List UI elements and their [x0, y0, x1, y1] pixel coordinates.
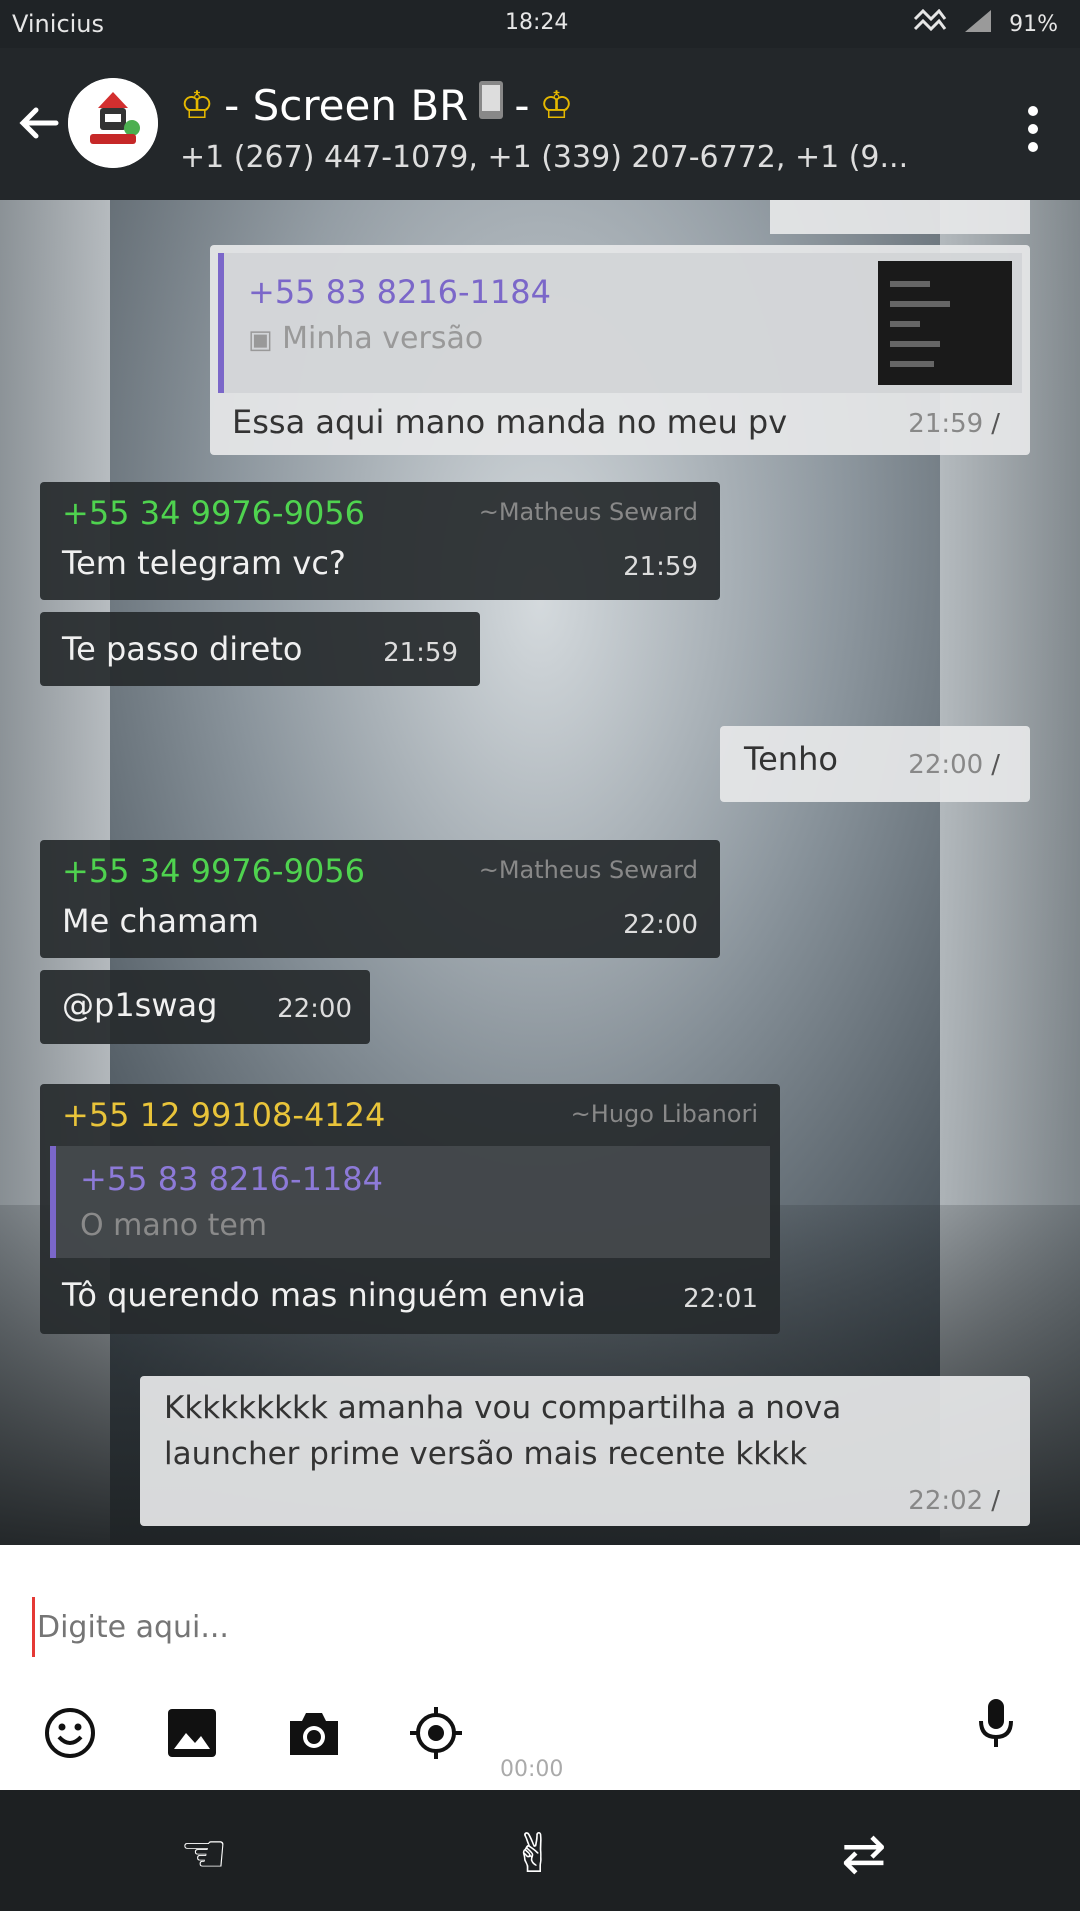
message-bubble-incoming[interactable]: +55 34 9976-9056 ~Matheus Seward Me cham…	[40, 840, 720, 958]
battery-level: 91%	[1009, 11, 1058, 37]
message-bubble-incoming[interactable]: +55 12 99108-4124 ~Hugo Libanori +55 83 …	[40, 1084, 780, 1334]
chat-header: ♔ - Screen BR - ♔ +1 (267) 447-1079, +1 …	[0, 48, 1080, 200]
location-button[interactable]	[408, 1705, 464, 1761]
quoted-thumbnail	[878, 261, 1012, 385]
quoted-sender: +55 83 8216-1184	[248, 273, 552, 311]
data-icon	[913, 8, 947, 39]
status-icons: 91%	[913, 8, 1058, 40]
message-bubble-outgoing[interactable]: Tenho 22:00/	[720, 726, 1030, 802]
quoted-message[interactable]: +55 83 8216-1184 ▣ Minha versão	[218, 253, 1022, 393]
rock-hands-icon: ✌	[511, 1821, 557, 1885]
emoji-button[interactable]	[42, 1705, 98, 1761]
quoted-text: ▣ Minha versão	[248, 321, 483, 356]
quoted-text: O mano tem	[80, 1208, 268, 1243]
camera-button[interactable]	[286, 1705, 342, 1761]
message-time: 22:00	[277, 994, 352, 1024]
gallery-button[interactable]	[164, 1705, 220, 1761]
crown-icon: ♔	[180, 83, 215, 127]
nav-recents-button[interactable]: ⇄	[824, 1818, 904, 1888]
mic-icon	[979, 1699, 1013, 1747]
swap-hands-icon: ⇄	[841, 1821, 887, 1885]
message-text: Tenho	[744, 740, 838, 778]
message-time: 21:59	[383, 638, 458, 668]
group-name: - Screen BR	[224, 80, 469, 130]
message-text: Me chamam	[62, 902, 259, 940]
quoted-message[interactable]: +55 83 8216-1184 O mano tem	[50, 1146, 770, 1258]
message-bubble-incoming[interactable]: @p1swag 22:00	[40, 970, 370, 1044]
message-text: Tem telegram vc?	[62, 544, 346, 582]
message-sender: +55 12 99108-4124	[62, 1096, 386, 1134]
message-sender: +55 34 9976-9056	[62, 494, 366, 532]
message-time: 22:01	[683, 1284, 758, 1314]
check-icon: /	[991, 1486, 1000, 1516]
nav-back-button[interactable]: ☜	[164, 1818, 244, 1888]
message-bubble-outgoing[interactable]: Kkkkkkkkk amanha vou compartilha a nova …	[140, 1376, 1030, 1526]
message-time: 22:02/	[908, 1486, 1000, 1516]
message-bubble-outgoing[interactable]: +55 83 8216-1184 ▣ Minha versão Essa aqu…	[210, 245, 1030, 455]
message-time: 22:00	[623, 910, 698, 940]
quoted-caption: Minha versão	[282, 321, 484, 356]
message-text-line-2: launcher prime versão mais recente kkkk	[164, 1436, 808, 1472]
carrier-name: Vinicius	[12, 10, 105, 38]
camera-small-icon: ▣	[248, 325, 273, 355]
overflow-menu-button[interactable]	[1026, 104, 1040, 154]
emoji-icon	[45, 1708, 95, 1758]
status-time: 18:24	[505, 10, 569, 35]
back-arrow-icon	[19, 107, 59, 139]
group-title[interactable]: ♔ - Screen BR - ♔	[180, 80, 574, 130]
group-name-suffix: -	[514, 80, 530, 130]
navigation-bar: ☜ ✌ ⇄	[0, 1790, 1080, 1911]
sender-alias: ~Matheus Seward	[478, 856, 698, 884]
pointing-hand-icon: ☜	[179, 1821, 229, 1885]
image-icon	[168, 1709, 216, 1757]
message-bubble-incoming[interactable]: Te passo direto 21:59	[40, 612, 480, 686]
group-members[interactable]: +1 (267) 447-1079, +1 (339) 207-6772, +1…	[180, 140, 908, 175]
back-button[interactable]	[14, 98, 64, 148]
camera-icon	[290, 1713, 338, 1755]
message-sender: +55 34 9976-9056	[62, 852, 366, 890]
more-vert-icon	[1028, 106, 1038, 152]
check-icon: /	[991, 409, 1000, 439]
message-composer: 00:00	[0, 1545, 1080, 1790]
message-time: 21:59	[623, 552, 698, 582]
location-icon	[410, 1707, 462, 1759]
previous-message-fragment	[770, 200, 1030, 234]
group-avatar[interactable]	[68, 78, 158, 168]
phone-icon	[478, 80, 504, 130]
chat-messages[interactable]: +55 83 8216-1184 ▣ Minha versão Essa aqu…	[0, 200, 1080, 1545]
sender-alias: ~Matheus Seward	[478, 498, 698, 526]
message-text: Tô querendo mas ninguém envia	[62, 1276, 586, 1314]
message-input[interactable]	[32, 1597, 1032, 1657]
message-text: Te passo direto	[62, 630, 303, 668]
message-text-line-1: Kkkkkkkkk amanha vou compartilha a nova	[164, 1390, 842, 1426]
status-bar: Vinicius 18:24 91%	[0, 0, 1080, 48]
sender-alias: ~Hugo Libanori	[570, 1100, 758, 1128]
quoted-sender: +55 83 8216-1184	[80, 1160, 384, 1198]
signal-icon	[963, 8, 993, 40]
crown-icon: ♔	[539, 83, 574, 127]
nav-home-button[interactable]: ✌	[494, 1818, 574, 1888]
message-text: Essa aqui mano manda no meu pv	[232, 403, 788, 441]
mic-button[interactable]	[968, 1695, 1024, 1751]
message-bubble-incoming[interactable]: +55 34 9976-9056 ~Matheus Seward Tem tel…	[40, 482, 720, 600]
check-icon: /	[991, 750, 1000, 780]
message-text: @p1swag	[62, 986, 218, 1024]
message-time: 22:00/	[908, 750, 1000, 780]
recording-timer: 00:00	[500, 1757, 564, 1782]
message-time: 21:59/	[908, 409, 1000, 439]
group-logo-icon	[68, 78, 158, 168]
